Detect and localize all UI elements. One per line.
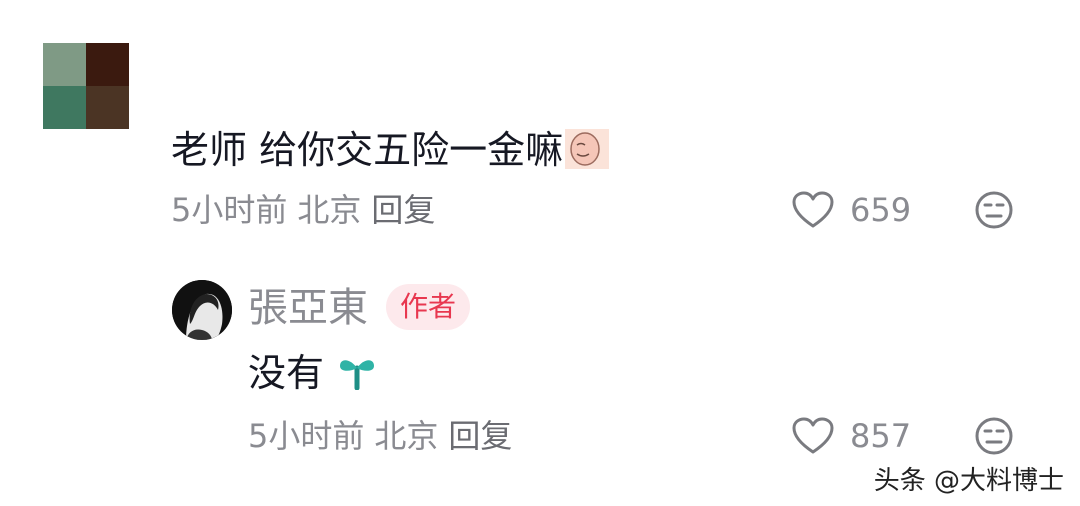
author-badge: 作者 bbox=[386, 284, 471, 330]
commenter-avatar[interactable] bbox=[43, 43, 129, 129]
watermark: 头条 @大料博士 bbox=[873, 466, 1064, 496]
meh-face-icon bbox=[975, 417, 1013, 455]
reply-body: 没有 bbox=[248, 351, 325, 395]
avatar-tile bbox=[86, 43, 129, 86]
comment-meta: 5小时前 北京 回复 bbox=[171, 190, 445, 230]
meh-face-icon bbox=[975, 191, 1013, 229]
comment-text: 老师 给你交五险一金嘛 bbox=[171, 125, 610, 175]
reply-like-button[interactable]: 857 bbox=[792, 416, 911, 456]
avatar-tile bbox=[43, 86, 86, 129]
reply-meta: 5小时前 北京 回复 bbox=[248, 416, 522, 456]
reply-location: 北京 bbox=[374, 417, 439, 455]
comment-location: 北京 bbox=[297, 191, 362, 229]
grimace-emoji-icon bbox=[565, 129, 610, 169]
reply-text: 没有 bbox=[248, 348, 376, 398]
comment-body: 老师 给你交五险一金嘛 bbox=[171, 128, 564, 172]
comment-like-button[interactable]: 659 bbox=[792, 190, 911, 230]
sprout-emoji-icon bbox=[338, 350, 376, 391]
reply-dislike-button[interactable] bbox=[974, 416, 1014, 460]
heart-icon bbox=[792, 191, 834, 228]
author-name[interactable]: 張亞東 bbox=[248, 283, 368, 333]
comment-like-count: 659 bbox=[850, 191, 912, 229]
comment-reply-button[interactable]: 回复 bbox=[371, 191, 435, 229]
comment-time: 5小时前 bbox=[171, 191, 288, 229]
reply-reply-button[interactable]: 回复 bbox=[448, 417, 512, 455]
heart-icon bbox=[792, 417, 834, 454]
reply-like-count: 857 bbox=[850, 417, 912, 455]
author-avatar[interactable] bbox=[172, 280, 232, 340]
reply-time: 5小时前 bbox=[248, 417, 365, 455]
avatar-tile bbox=[43, 43, 86, 86]
comment-dislike-button[interactable] bbox=[974, 190, 1014, 234]
avatar-tile bbox=[86, 86, 129, 129]
